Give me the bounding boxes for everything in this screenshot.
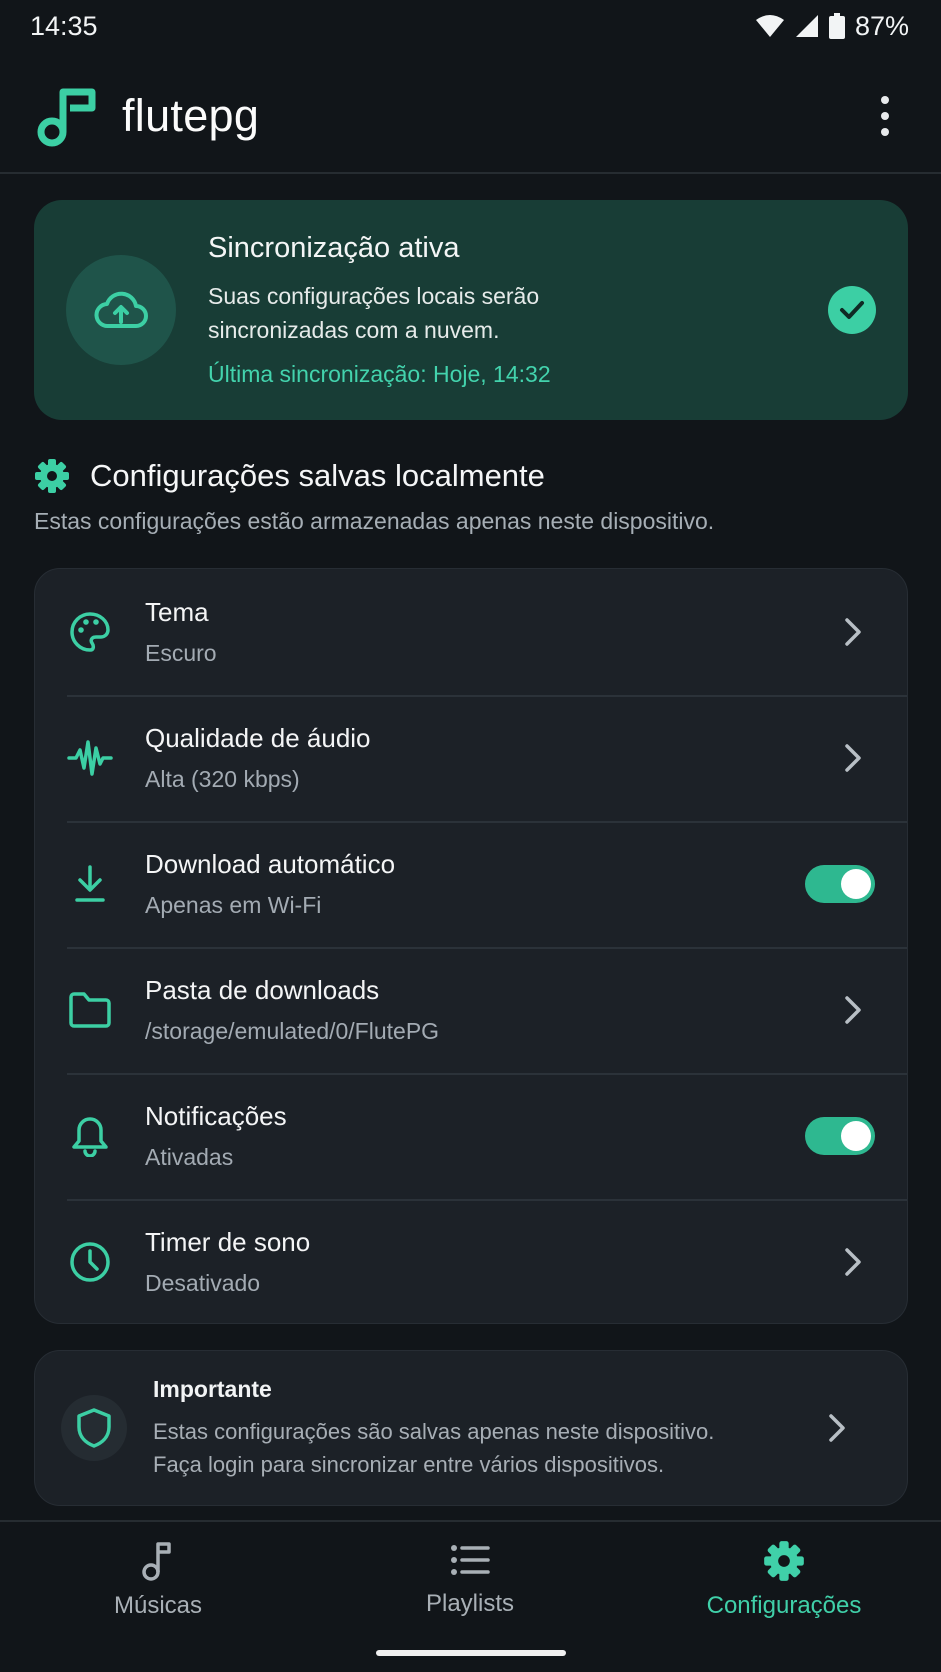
setting-download-folder[interactable]: Pasta de downloads /storage/emulated/0/F… [35, 947, 907, 1073]
list-icon [451, 1545, 490, 1575]
setting-title: Pasta de downloads [145, 975, 380, 1005]
setting-title: Tema [145, 597, 209, 627]
status-icons: 87% [755, 11, 909, 42]
setting-value: Apenas em Wi-Fi [145, 892, 322, 918]
shield-icon [61, 1395, 127, 1461]
setting-auto-download: Download automático Apenas em Wi-Fi [35, 821, 907, 947]
setting-audio-quality[interactable]: Qualidade de áudio Alta (320 kbps) [35, 695, 907, 821]
signal-icon [795, 15, 818, 37]
section-subtitle: Estas configurações estão armazenadas ap… [34, 508, 715, 534]
info-line-2: Faça login para sincronizar entre vários… [153, 1451, 665, 1477]
setting-sleep-timer[interactable]: Timer de sono Desativado [35, 1199, 907, 1323]
sync-status-card: Sincronização ativa Suas configurações l… [34, 200, 908, 420]
chevron-right-icon [823, 743, 883, 773]
wifi-icon [755, 15, 784, 37]
chevron-right-icon [823, 1247, 883, 1277]
gear-icon [35, 459, 69, 493]
status-bar: 14:35 87% [0, 0, 941, 52]
section-header: Configurações salvas localmente [34, 458, 545, 494]
nav-configuracoes[interactable]: Configurações [664, 1540, 904, 1620]
important-info-card[interactable]: Importante Estas configurações são salva… [34, 1350, 908, 1506]
setting-text: Download automático Apenas em Wi-Fi [145, 849, 805, 919]
setting-value: Alta (320 kbps) [145, 766, 300, 792]
setting-text: Qualidade de áudio Alta (320 kbps) [145, 723, 823, 793]
nav-musicas[interactable]: Músicas [38, 1540, 278, 1620]
setting-text: Pasta de downloads /storage/emulated/0/F… [145, 975, 823, 1045]
setting-text: Timer de sono Desativado [145, 1227, 823, 1297]
setting-title: Notificações [145, 1101, 287, 1131]
setting-title: Qualidade de áudio [145, 723, 371, 753]
setting-value: Ativadas [145, 1144, 234, 1170]
battery-level: 87% [854, 10, 909, 41]
more-vert-icon[interactable] [865, 86, 905, 146]
battery-icon [828, 13, 845, 39]
chevron-right-icon [823, 995, 883, 1025]
setting-value: /storage/emulated/0/FlutePG [145, 1018, 440, 1044]
info-line-1: Estas configurações são salvas apenas ne… [153, 1418, 715, 1444]
setting-notifications: Notificações Ativadas [35, 1073, 907, 1199]
app-bar: flutepg [0, 60, 941, 174]
setting-title: Download automático [145, 849, 396, 879]
setting-title: Timer de sono [145, 1227, 311, 1257]
music-note-icon [142, 1542, 171, 1581]
waveform-icon [35, 738, 145, 778]
check-icon [828, 286, 876, 334]
cloud-upload-icon [94, 291, 148, 328]
chevron-right-icon [823, 617, 883, 647]
sync-icon-badge [66, 255, 176, 365]
setting-value: Escuro [145, 640, 217, 666]
download-icon [35, 864, 145, 904]
sync-description: Suas configurações locais serão sincroni… [208, 283, 540, 343]
info-title: Importante [153, 1375, 272, 1402]
notifications-toggle[interactable] [805, 1117, 875, 1155]
clock-icon [35, 1240, 145, 1284]
music-note-icon [37, 88, 96, 147]
sync-last-time: Última sincronização: Hoje, 14:32 [208, 361, 551, 387]
palette-icon [35, 610, 145, 654]
info-text: Importante Estas configurações são salva… [153, 1376, 807, 1481]
sync-title: Sincronização ativa [208, 232, 460, 264]
nav-label: Músicas [113, 1592, 203, 1619]
home-indicator[interactable] [376, 1650, 566, 1656]
setting-text: Notificações Ativadas [145, 1101, 805, 1171]
bell-icon [35, 1115, 145, 1157]
chevron-right-icon [807, 1413, 867, 1443]
settings-list: Tema Escuro Qualidade de áudio Alta (320… [34, 568, 908, 1324]
nav-label: Configurações [706, 1592, 862, 1619]
nav-playlists[interactable]: Playlists [350, 1540, 590, 1618]
section-title: Configurações salvas localmente [90, 458, 545, 493]
gear-icon [764, 1541, 804, 1581]
auto-download-toggle[interactable] [805, 865, 875, 903]
app-title: flutepg [122, 90, 260, 141]
setting-text: Tema Escuro [145, 597, 823, 667]
status-time: 14:35 [30, 10, 98, 41]
sync-text: Sincronização ativa Suas configurações l… [208, 232, 828, 388]
nav-label: Playlists [425, 1590, 515, 1617]
folder-icon [35, 991, 145, 1029]
setting-theme[interactable]: Tema Escuro [35, 569, 907, 695]
setting-value: Desativado [145, 1270, 261, 1296]
